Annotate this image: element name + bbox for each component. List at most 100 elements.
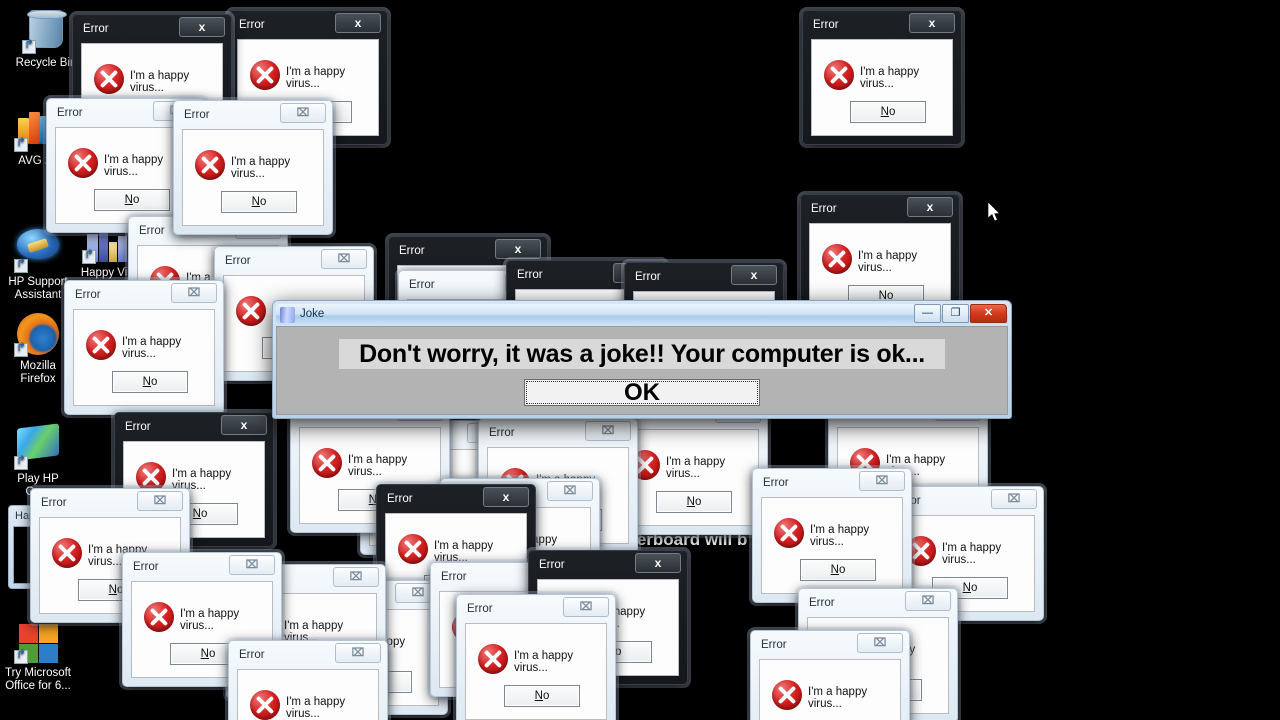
error-title-bar[interactable]: Error ⌧ xyxy=(127,555,277,581)
error-dialog[interactable]: Error x I'm a happy virus... No xyxy=(802,10,962,145)
error-title-bar[interactable]: Error ⌧ xyxy=(483,421,633,447)
error-dialog-body: I'm a happy virus...No xyxy=(237,669,379,720)
desktop-icon-try-microsoft-office[interactable]: Try Microsoft Office for 6... xyxy=(0,620,76,692)
error-circle-icon xyxy=(774,518,804,548)
error-title-bar[interactable]: Error x xyxy=(807,13,957,39)
error-dialog[interactable]: Error⌧I'm a happy virus...No xyxy=(173,100,333,235)
shortcut-overlay-icon xyxy=(14,343,28,357)
error-dialog-body: I'm a happy virus...No xyxy=(811,39,953,136)
error-title-bar[interactable]: Error ⌧ xyxy=(219,249,369,275)
error-title-bar[interactable]: Error ⌧ xyxy=(178,103,328,129)
joke-window-controls: — ❐ ✕ xyxy=(913,304,1007,323)
error-dialog[interactable]: Error⌧I'm a happy virus...No xyxy=(750,630,910,720)
close-icon[interactable]: x xyxy=(731,265,777,285)
error-dialog-body: I'm a happy virus... No xyxy=(761,497,903,594)
error-message: I'm a happy virus... xyxy=(286,66,346,90)
error-dialog-body: I'm a happy virus... No xyxy=(465,623,607,720)
close-icon[interactable]: x xyxy=(221,415,267,435)
close-button[interactable]: ✕ xyxy=(970,304,1007,323)
error-title-bar[interactable]: Error ⌧ xyxy=(757,471,907,497)
error-message: I'm a happy virus... xyxy=(666,456,726,480)
close-icon[interactable]: x xyxy=(179,17,225,37)
error-title-bar[interactable]: Error x xyxy=(233,13,383,39)
no-button[interactable]: No xyxy=(94,189,170,211)
joke-window-title: Joke xyxy=(300,308,325,320)
error-dialog-title: Error xyxy=(57,107,83,119)
recycle-bin-icon xyxy=(22,10,70,54)
error-dialog-title: Error xyxy=(387,493,413,505)
error-dialog-title: Error xyxy=(813,19,839,31)
error-dialog[interactable]: Error⌧I'm a happy virus...No xyxy=(64,280,224,415)
error-title-bar[interactable]: Error x xyxy=(805,197,955,223)
error-circle-icon xyxy=(144,602,174,632)
close-icon[interactable]: x xyxy=(495,239,541,259)
error-dialog[interactable]: Error ⌧ I'm a happy virus... No xyxy=(752,468,912,603)
error-dialog-title: Error xyxy=(409,279,435,291)
joke-window[interactable]: Joke — ❐ ✕ Don't worry, it was a joke!! … xyxy=(272,300,1012,419)
error-title-bar[interactable]: Error ⌧ xyxy=(69,283,219,309)
error-dialog-title: Error xyxy=(763,477,789,489)
error-title-bar[interactable]: Error x xyxy=(77,17,227,43)
error-title-bar[interactable]: Error ⌧ xyxy=(233,643,383,669)
error-dialog-title: Error xyxy=(441,571,467,583)
close-icon[interactable]: ⌧ xyxy=(905,591,951,611)
maximize-button[interactable]: ❐ xyxy=(942,304,969,323)
close-icon[interactable]: ⌧ xyxy=(859,471,905,491)
close-icon[interactable]: ⌧ xyxy=(563,597,609,617)
close-icon[interactable]: x xyxy=(909,13,955,33)
shortcut-overlay-icon xyxy=(22,40,36,54)
error-title-bar[interactable]: Error ⌧ xyxy=(803,591,953,617)
error-circle-icon xyxy=(312,448,342,478)
error-title-bar[interactable]: Error ⌧ xyxy=(755,633,905,659)
error-dialog[interactable]: Error⌧I'm a happy virus...No xyxy=(228,640,388,720)
error-dialog[interactable]: Error ⌧ I'm a happy virus... No xyxy=(456,594,616,720)
close-icon[interactable]: ⌧ xyxy=(321,249,367,269)
error-dialog-title: Error xyxy=(467,603,493,615)
desktop-icon-play-hp-games[interactable]: Play HP Gam xyxy=(0,420,76,498)
error-circle-icon xyxy=(398,534,428,564)
error-message: I'm a happy virus... xyxy=(810,524,870,548)
error-circle-icon xyxy=(478,644,508,674)
error-message: I'm a happy virus... xyxy=(348,454,408,478)
close-icon[interactable]: ⌧ xyxy=(137,491,183,511)
close-icon[interactable]: ⌧ xyxy=(171,283,217,303)
close-icon[interactable]: ⌧ xyxy=(229,555,275,575)
error-dialog-title: Error xyxy=(225,255,251,267)
close-icon[interactable]: ⌧ xyxy=(335,643,381,663)
close-icon[interactable]: ⌧ xyxy=(547,481,593,501)
error-title-bar[interactable]: Error ⌧ xyxy=(35,491,185,517)
error-title-bar[interactable]: Error x xyxy=(381,487,531,513)
close-icon[interactable]: ⌧ xyxy=(585,421,631,441)
error-circle-icon xyxy=(52,538,82,568)
no-button[interactable]: No xyxy=(800,559,876,581)
ok-button[interactable]: OK xyxy=(524,379,760,406)
error-title-bar[interactable]: Error x xyxy=(629,265,779,291)
error-message: I'm a happy virus... xyxy=(286,696,346,720)
no-button[interactable]: No xyxy=(850,101,926,123)
error-title-bar[interactable]: Error x xyxy=(533,553,683,579)
no-button[interactable]: No xyxy=(221,191,297,213)
close-icon[interactable]: ⌧ xyxy=(857,633,903,653)
error-dialog-body: I'm a happy virus...No xyxy=(759,659,901,720)
error-dialog-title: Error xyxy=(539,559,565,571)
close-icon[interactable]: x xyxy=(483,487,529,507)
error-title-bar[interactable]: Error x xyxy=(119,415,269,441)
error-message: I'm a happy virus... xyxy=(858,250,918,274)
close-icon[interactable]: ⌧ xyxy=(991,489,1037,509)
error-circle-icon xyxy=(250,690,280,720)
error-message: I'm a happy virus... xyxy=(514,650,574,674)
no-button[interactable]: No xyxy=(656,491,732,513)
shortcut-overlay-icon xyxy=(14,259,28,273)
close-icon[interactable]: x xyxy=(907,197,953,217)
joke-title-bar[interactable]: Joke — ❐ ✕ xyxy=(276,304,1008,326)
close-icon[interactable]: x xyxy=(635,553,681,573)
minimize-button[interactable]: — xyxy=(914,304,941,323)
close-icon[interactable]: ⌧ xyxy=(333,567,379,587)
close-icon[interactable]: ⌧ xyxy=(280,103,326,123)
error-circle-icon xyxy=(824,60,854,90)
no-button[interactable]: No xyxy=(504,685,580,707)
error-dialog-body: I'm a happy virus...No xyxy=(73,309,215,406)
close-icon[interactable]: x xyxy=(335,13,381,33)
no-button[interactable]: No xyxy=(112,371,188,393)
error-title-bar[interactable]: Error ⌧ xyxy=(461,597,611,623)
